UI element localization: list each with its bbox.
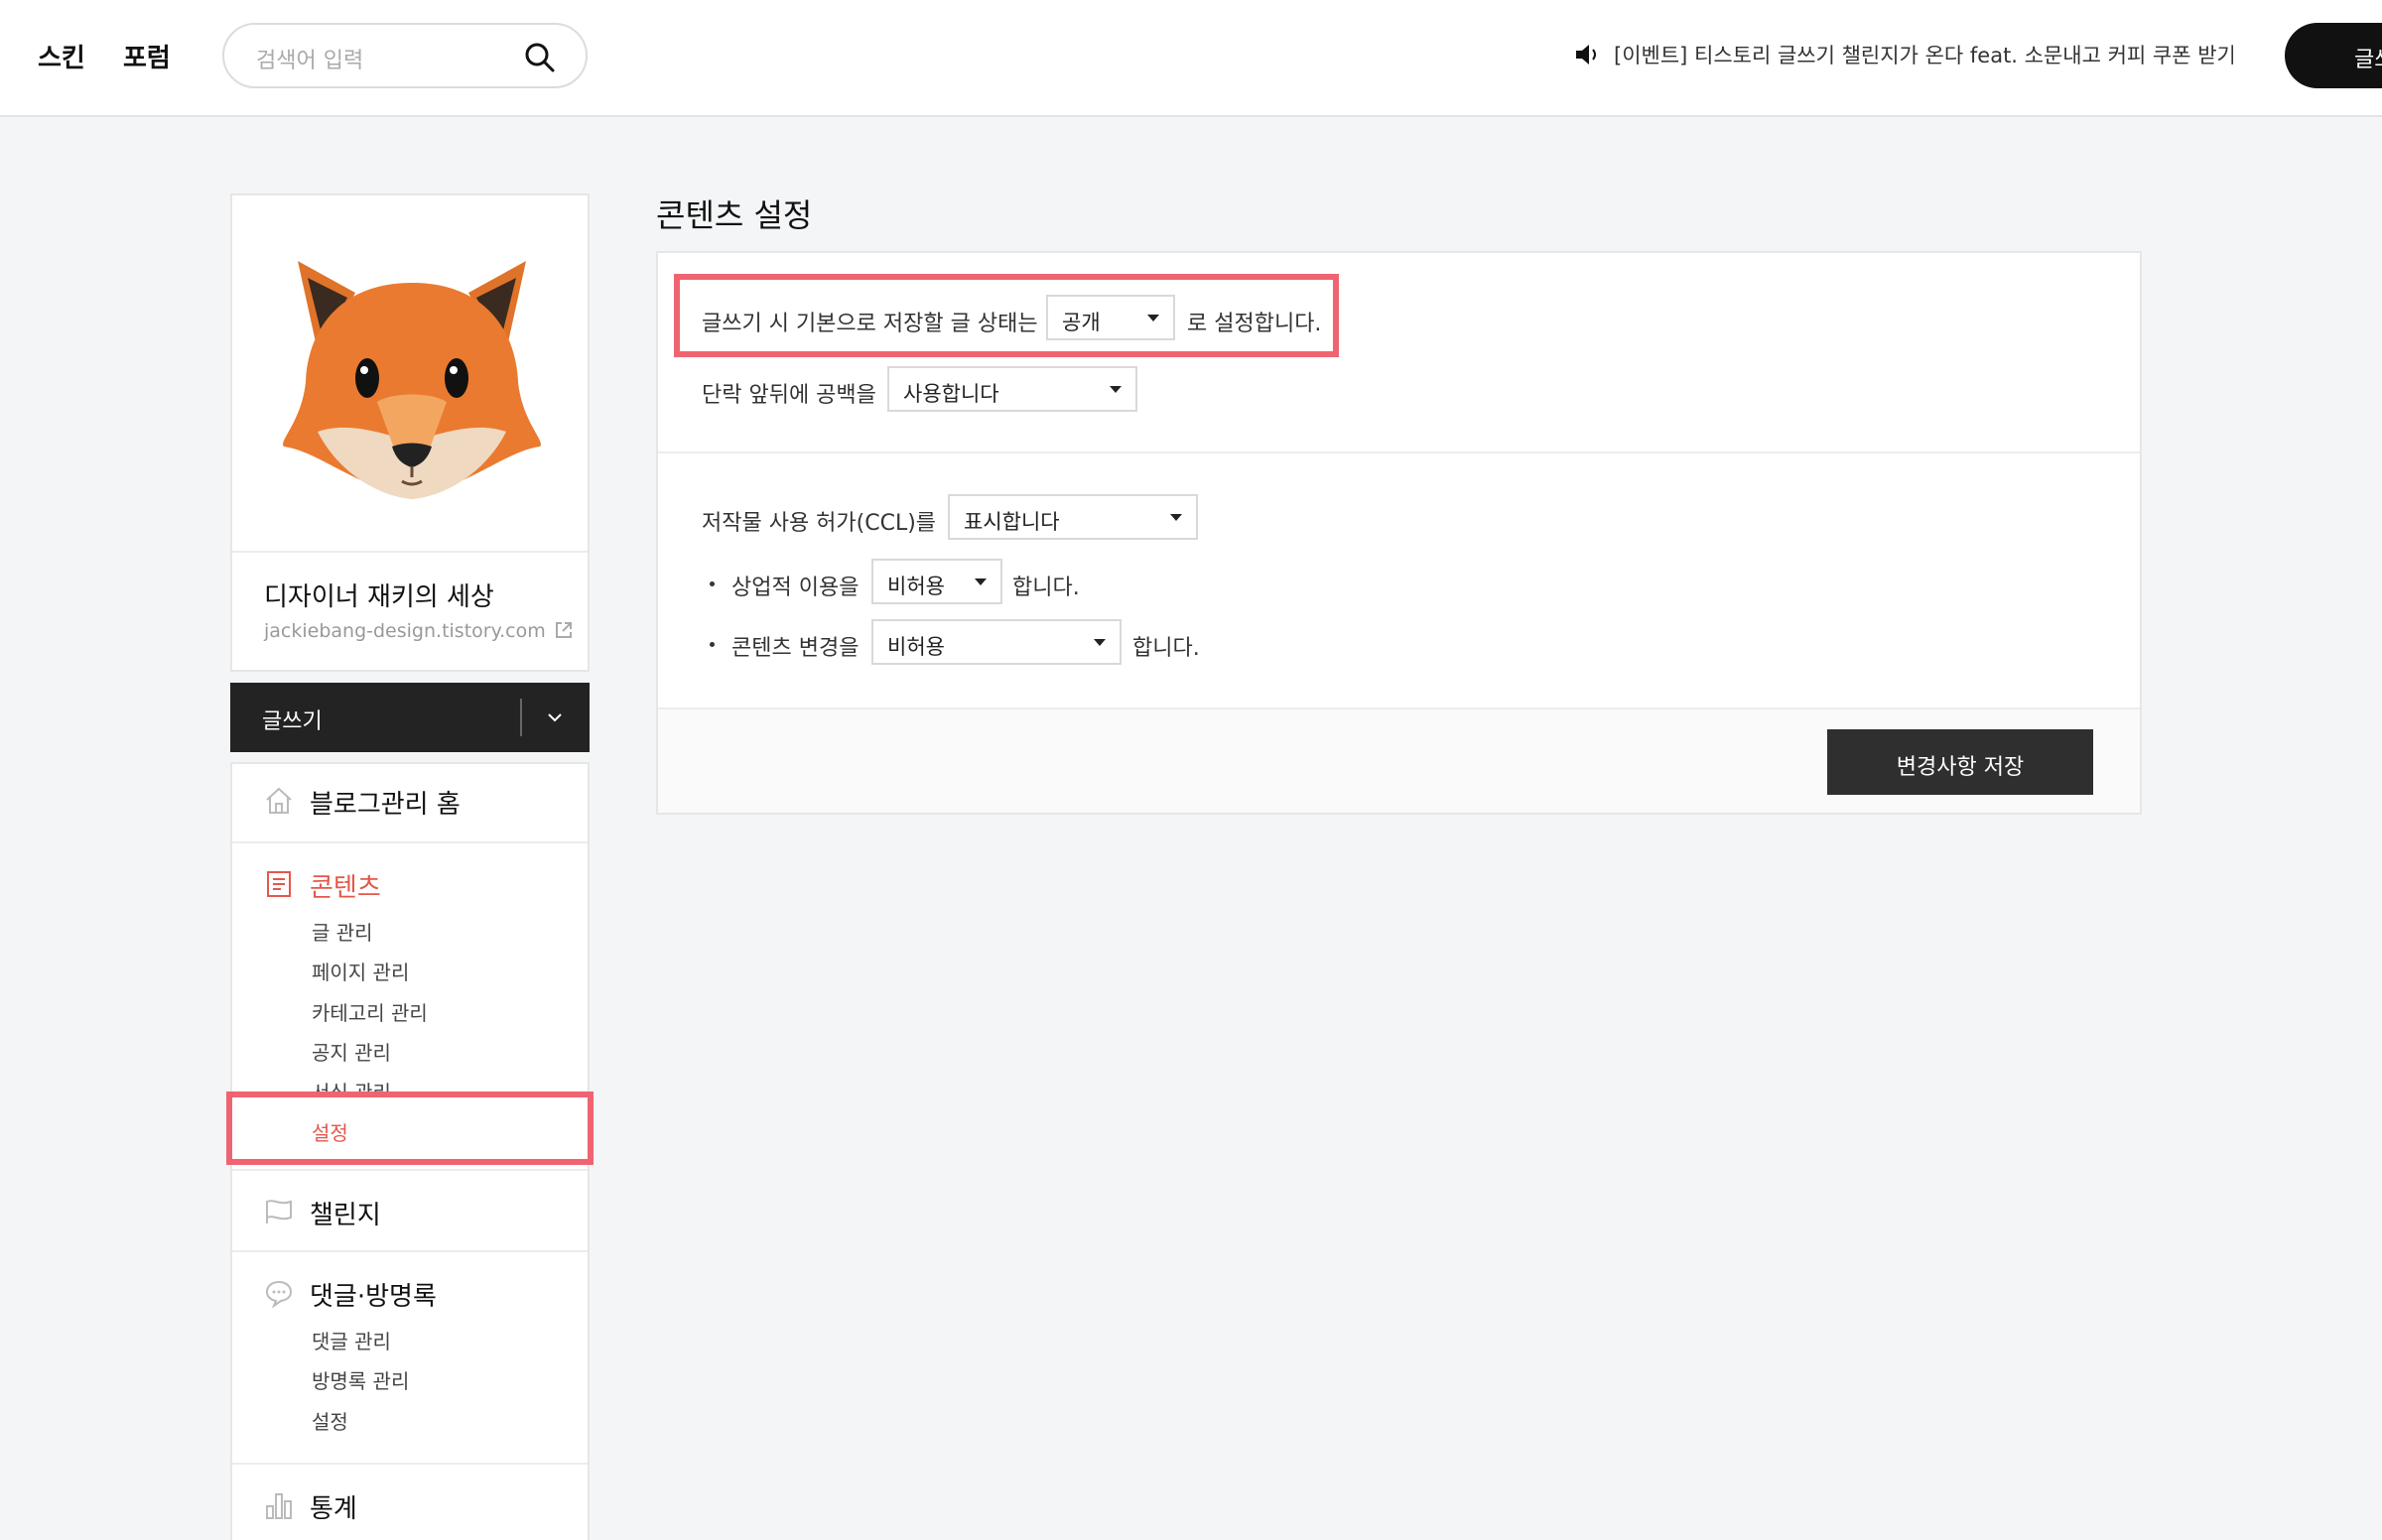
- bullet: [710, 642, 715, 647]
- panel-footer: 변경사항 저장: [658, 707, 2140, 813]
- event-notice[interactable]: [이벤트] 티스토리 글쓰기 챌린지가 온다 feat. 소문내고 커피 쿠폰 …: [1574, 40, 2233, 69]
- write-button[interactable]: 글쓰기: [2285, 23, 2382, 88]
- menu-section-stats: 통계: [232, 1465, 588, 1540]
- caret-down-icon: [1110, 386, 1122, 393]
- paragraph-spacing-label: 단락 앞뒤에 공백을: [702, 383, 876, 408]
- home-icon: [266, 787, 292, 814]
- ccl-select[interactable]: 표시합니다: [948, 494, 1198, 540]
- panel-divider: [658, 451, 2140, 453]
- sidebar-sub-posts[interactable]: 글 관리: [312, 917, 373, 946]
- commercial-use-suffix: 합니다.: [1012, 576, 1080, 600]
- sidebar-sub-comment-settings[interactable]: 설정: [312, 1406, 348, 1435]
- commercial-use-label: 상업적 이용을: [731, 576, 860, 600]
- sidebar-sub-guestbook-manage[interactable]: 방명록 관리: [312, 1365, 409, 1394]
- highlight-box-default-status: [674, 274, 1339, 357]
- menu-section-challenge: 챌린지: [232, 1171, 588, 1252]
- sidebar-item-comments[interactable]: 댓글·방명록: [264, 1276, 437, 1313]
- page-title: 콘텐츠 설정: [656, 196, 813, 234]
- avatar-area: [232, 195, 588, 553]
- profile-card: 디자이너 재키의 세상 jackiebang-design.tistory.co…: [230, 193, 590, 672]
- highlight-box-settings: [226, 1091, 594, 1165]
- sidebar-item-home[interactable]: 블로그관리 홈: [264, 784, 461, 821]
- external-link-icon: [555, 622, 572, 638]
- select-value: 사용합니다: [903, 382, 999, 406]
- search-input[interactable]: 검색어 입력: [222, 23, 588, 88]
- nav-forum[interactable]: 포럼: [123, 38, 171, 74]
- select-value: 비허용: [887, 635, 945, 659]
- caret-down-icon: [1094, 639, 1106, 646]
- paragraph-spacing-select[interactable]: 사용합니다: [887, 366, 1137, 412]
- content-modify-label: 콘텐츠 변경을: [731, 636, 860, 661]
- notice-text: [이벤트] 티스토리 글쓰기 챌린지가 온다 feat. 소문내고 커피 쿠폰 …: [1614, 44, 2233, 67]
- flag-icon: [266, 1200, 292, 1223]
- content-modify-select[interactable]: 비허용: [871, 619, 1122, 665]
- sidebar-sub-notices[interactable]: 공지 관리: [312, 1037, 391, 1066]
- document-icon: [267, 871, 291, 897]
- sidebar-sub-templates[interactable]: 서식 관리: [312, 1077, 391, 1092]
- menu-section-comments: 댓글·방명록 댓글 관리 방명록 관리 설정: [232, 1252, 588, 1465]
- blog-name[interactable]: 디자이너 재키의 세상: [264, 577, 494, 613]
- select-value: 비허용: [887, 575, 945, 598]
- search-icon[interactable]: [524, 42, 556, 73]
- sidebar-item-stats[interactable]: 통계: [264, 1488, 357, 1525]
- select-value: 표시합니다: [964, 510, 1060, 534]
- save-changes-button[interactable]: 변경사항 저장: [1827, 729, 2093, 795]
- write-bar-divider: [520, 699, 522, 736]
- chevron-down-icon[interactable]: [544, 706, 566, 728]
- bar-chart-icon: [266, 1493, 292, 1519]
- commercial-use-select[interactable]: 비허용: [871, 559, 1002, 604]
- sidebar-item-challenge[interactable]: 챌린지: [264, 1195, 381, 1231]
- caret-down-icon: [975, 578, 987, 585]
- blog-url: jackiebang-design.tistory.com: [264, 620, 546, 642]
- sidebar-write-label: 글쓰기: [262, 709, 323, 734]
- content-modify-suffix: 합니다.: [1132, 636, 1200, 661]
- sidebar-write-bar[interactable]: 글쓰기: [230, 683, 590, 752]
- blog-url-link[interactable]: jackiebang-design.tistory.com: [264, 620, 574, 642]
- sidebar-sub-pages[interactable]: 페이지 관리: [312, 957, 409, 985]
- sidebar-sub-comment-manage[interactable]: 댓글 관리: [312, 1326, 391, 1354]
- sidebar-item-contents[interactable]: 콘텐츠: [264, 867, 381, 904]
- fox-avatar[interactable]: [278, 243, 546, 503]
- speech-bubble-icon: [265, 1280, 293, 1308]
- menu-section-home: 블로그관리 홈: [232, 764, 588, 843]
- nav-skin[interactable]: 스킨: [38, 38, 85, 74]
- bullet: [710, 581, 715, 586]
- ccl-label: 저작물 사용 허가(CCL)를: [702, 511, 937, 536]
- sidebar-sub-categories[interactable]: 카테고리 관리: [312, 997, 428, 1026]
- top-bar: 스킨 포럼 검색어 입력 [이벤트] 티스토리 글쓰기 챌린지가 온다 feat…: [0, 0, 2382, 117]
- speaker-icon: [1576, 45, 1596, 64]
- caret-down-icon: [1170, 514, 1182, 521]
- search-placeholder: 검색어 입력: [256, 49, 364, 73]
